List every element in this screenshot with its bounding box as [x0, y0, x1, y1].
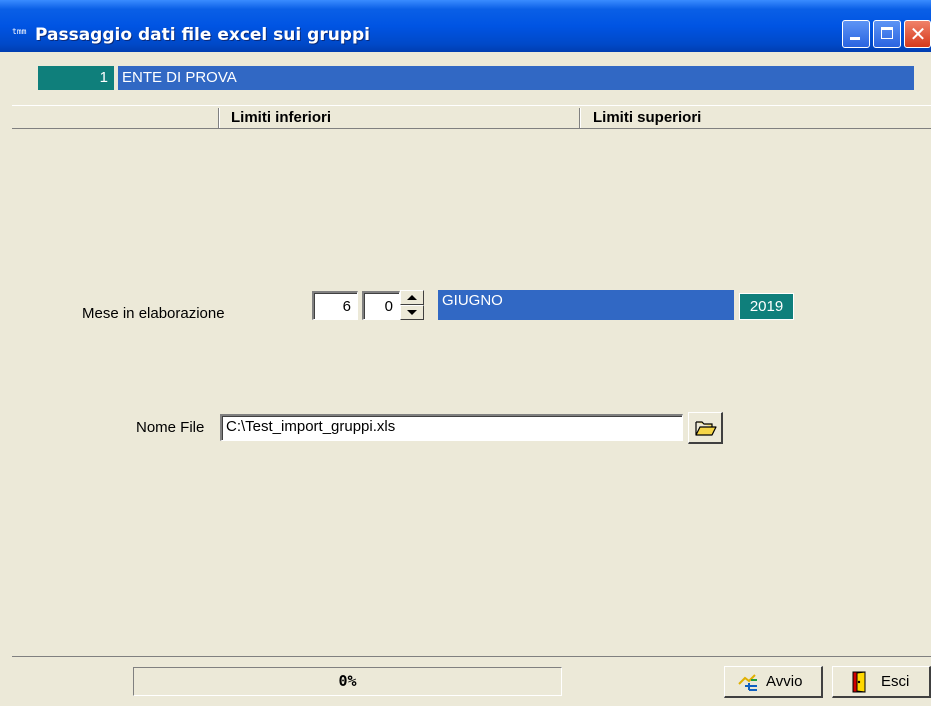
header-separator: [218, 108, 220, 128]
month-sub-input[interactable]: 0: [362, 291, 400, 320]
start-button-label: Avvio: [766, 673, 803, 690]
spin-up-button[interactable]: [400, 290, 424, 305]
minimize-icon: [850, 37, 860, 40]
main-window: tmm Passaggio dati file excel sui gruppi…: [0, 0, 931, 706]
title-bar[interactable]: tmm Passaggio dati file excel sui gruppi…: [0, 0, 931, 52]
browse-file-button[interactable]: [688, 412, 723, 444]
start-button[interactable]: Avvio: [724, 666, 823, 698]
maximize-button[interactable]: [873, 20, 901, 48]
year-field: 2019: [739, 293, 794, 320]
run-icon: [738, 674, 757, 691]
ente-code-field: 1: [38, 66, 114, 90]
month-label: Mese in elaborazione: [82, 305, 225, 322]
file-name-input[interactable]: C:\Test_import_gruppi.xls: [220, 414, 683, 441]
exit-door-icon: [852, 671, 866, 693]
exit-button[interactable]: Esci: [832, 666, 931, 698]
file-name-label: Nome File: [136, 419, 205, 436]
progress-text: 0%: [338, 672, 357, 690]
header-separator: [579, 108, 581, 128]
maximize-icon: [881, 27, 893, 39]
window-title: Passaggio dati file excel sui gruppi: [35, 25, 370, 45]
month-name-field: GIUGNO: [438, 290, 734, 320]
status-separator: [12, 656, 931, 657]
month-number-input[interactable]: 6: [312, 291, 358, 320]
folder-open-icon: [695, 421, 717, 436]
close-icon: ✕: [909, 22, 927, 46]
header-lower-limits: Limiti inferiori: [231, 109, 332, 126]
close-button[interactable]: ✕: [904, 20, 931, 48]
exit-button-label: Esci: [881, 673, 910, 690]
progress-bar: 0%: [133, 667, 562, 696]
limits-header: Limiti inferiori Limiti superiori: [12, 105, 931, 129]
minimize-button[interactable]: [842, 20, 870, 48]
spin-down-button[interactable]: [400, 305, 424, 320]
spin-down-icon: [407, 310, 417, 315]
month-spinner[interactable]: [400, 290, 424, 320]
header-upper-limits: Limiti superiori: [593, 109, 702, 126]
ente-name-field: ENTE DI PROVA: [118, 66, 914, 90]
spin-up-icon: [407, 295, 417, 300]
app-icon: tmm: [12, 27, 27, 36]
